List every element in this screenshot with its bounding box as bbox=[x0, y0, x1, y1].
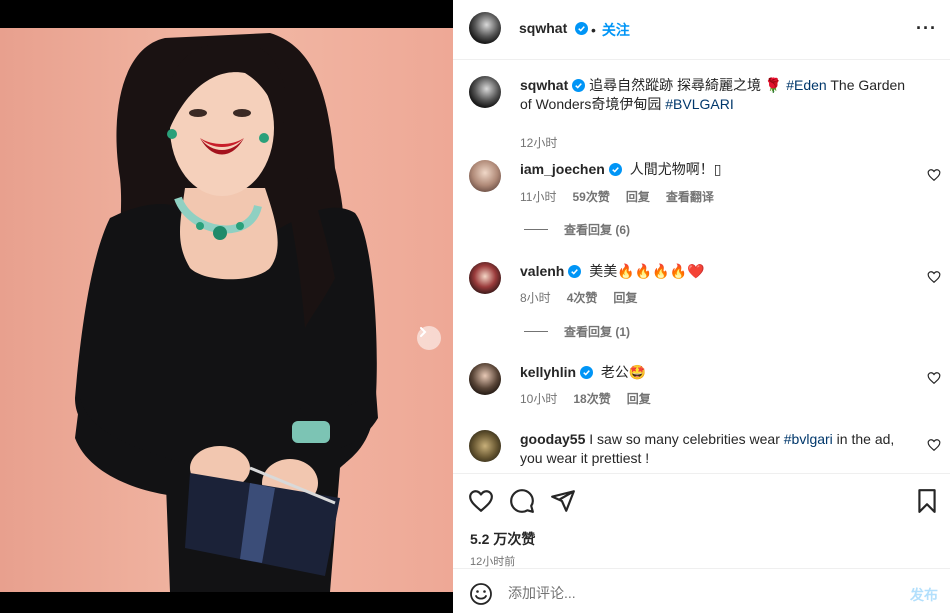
post-header: sqwhat • 关注 ··· bbox=[453, 0, 950, 60]
comment-composer: 发布 bbox=[453, 568, 950, 613]
commenter-avatar[interactable] bbox=[469, 262, 501, 294]
commenter-avatar[interactable] bbox=[469, 160, 501, 192]
verified-icon bbox=[568, 265, 582, 278]
reply-button[interactable]: 回复 bbox=[627, 390, 651, 407]
comment-input[interactable] bbox=[508, 580, 888, 606]
verified-icon bbox=[572, 79, 586, 92]
chevron-right-icon bbox=[420, 327, 427, 337]
author-username[interactable]: sqwhat bbox=[519, 20, 567, 36]
comment-body: 美美🔥🔥🔥🔥❤️ bbox=[589, 263, 705, 279]
comment-meta: 11小时 59次赞 回复 查看翻译 bbox=[520, 188, 714, 205]
translate-button[interactable]: 查看翻译 bbox=[666, 188, 714, 205]
post-comment-button[interactable]: 发布 bbox=[910, 585, 938, 605]
comment-likes[interactable]: 59次赞 bbox=[572, 188, 609, 205]
view-replies-label: 查看回复 (6) bbox=[564, 223, 631, 237]
view-replies-button[interactable]: 查看回复 (6) bbox=[524, 221, 630, 238]
comment-item: iam_joechen 人間尤物啊！▯ 11小时 59次赞 回复 查看翻译 查看… bbox=[453, 158, 950, 248]
comment-time[interactable]: 8小时 bbox=[520, 289, 551, 306]
hashtag-link[interactable]: #BVLGARI bbox=[665, 96, 733, 112]
comment-likes[interactable]: 4次赞 bbox=[567, 289, 598, 306]
caption-meta: 12小时 bbox=[520, 134, 557, 151]
caption-username[interactable]: sqwhat bbox=[520, 77, 568, 93]
post-actions: 5.2 万次赞 12小时前 bbox=[453, 473, 950, 568]
replies-divider bbox=[524, 229, 548, 230]
author-avatar[interactable] bbox=[469, 76, 501, 108]
commenter-username[interactable]: gooday55 bbox=[520, 431, 585, 447]
more-icon: ··· bbox=[916, 18, 937, 38]
post-caption: sqwhat 追尋自然蹤跡 探尋綺麗之境 🌹 #Eden The Garden … bbox=[453, 74, 950, 150]
comment-body: I saw so many celebrities wear bbox=[585, 431, 784, 447]
likes-count[interactable]: 5.2 万次赞 bbox=[470, 529, 535, 549]
comment-icon[interactable] bbox=[509, 488, 535, 514]
view-replies-label: 查看回复 (1) bbox=[564, 325, 631, 339]
comment-like-icon[interactable] bbox=[927, 371, 941, 385]
heart-icon[interactable] bbox=[468, 488, 494, 514]
hashtag-link[interactable]: #Eden bbox=[786, 77, 826, 93]
next-image-button[interactable] bbox=[417, 326, 441, 350]
comment-text: gooday55 I saw so many celebrities wear … bbox=[520, 430, 920, 468]
bookmark-icon[interactable] bbox=[914, 488, 940, 514]
comment-like-icon[interactable] bbox=[927, 270, 941, 284]
reply-button[interactable]: 回复 bbox=[626, 188, 650, 205]
commenter-username[interactable]: iam_joechen bbox=[520, 161, 605, 177]
comment-like-icon[interactable] bbox=[927, 438, 941, 452]
post-photo[interactable] bbox=[0, 28, 453, 592]
share-icon[interactable] bbox=[550, 488, 576, 514]
replies-divider bbox=[524, 331, 548, 332]
verified-icon bbox=[580, 366, 594, 379]
comment-item: gooday55 I saw so many celebrities wear … bbox=[453, 428, 950, 472]
commenter-avatar[interactable] bbox=[469, 430, 501, 462]
comment-body: 人間尤物啊！▯ bbox=[629, 161, 722, 177]
reply-button[interactable]: 回复 bbox=[613, 289, 637, 306]
comment-body: 老公🤩 bbox=[600, 364, 647, 380]
comment-text: valenh 美美🔥🔥🔥🔥❤️ bbox=[520, 262, 920, 281]
post-detail-panel: sqwhat • 关注 ··· sqwhat 追尋自然蹤跡 探尋綺麗之境 🌹 #E… bbox=[453, 0, 950, 613]
commenter-username[interactable]: kellyhlin bbox=[520, 364, 576, 380]
comment-like-icon[interactable] bbox=[927, 168, 941, 182]
comment-item: kellyhlin 老公🤩 10小时 18次赞 回复 bbox=[453, 361, 950, 411]
comment-time[interactable]: 10小时 bbox=[520, 390, 557, 407]
follow-separator: • bbox=[591, 22, 596, 38]
verified-icon bbox=[608, 163, 622, 176]
comments-list: sqwhat 追尋自然蹤跡 探尋綺麗之境 🌹 #Eden The Garden … bbox=[453, 61, 950, 472]
comment-meta: 8小时 4次赞 回复 bbox=[520, 289, 637, 306]
comment-likes[interactable]: 18次赞 bbox=[573, 390, 610, 407]
emoji-icon[interactable] bbox=[469, 582, 493, 606]
comment-time[interactable]: 11小时 bbox=[520, 188, 556, 205]
follow-group: • 关注 bbox=[587, 20, 630, 40]
comment-text: kellyhlin 老公🤩 bbox=[520, 363, 920, 382]
photo-illustration bbox=[75, 33, 378, 592]
author-avatar[interactable] bbox=[469, 12, 501, 44]
more-options-button[interactable]: ··· bbox=[916, 18, 938, 38]
view-replies-button[interactable]: 查看回复 (1) bbox=[524, 323, 630, 340]
follow-button[interactable]: 关注 bbox=[602, 22, 630, 38]
caption-time[interactable]: 12小时 bbox=[520, 134, 557, 151]
commenter-username[interactable]: valenh bbox=[520, 263, 564, 279]
comment-item: valenh 美美🔥🔥🔥🔥❤️ 8小时 4次赞 回复 查看回复 (1) bbox=[453, 260, 950, 350]
caption-body: 追尋自然蹤跡 探尋綺麗之境 🌹 bbox=[589, 77, 787, 93]
commenter-avatar[interactable] bbox=[469, 363, 501, 395]
comment-text: iam_joechen 人間尤物啊！▯ bbox=[520, 160, 920, 179]
post-media bbox=[0, 0, 453, 613]
post-timestamp: 12小时前 bbox=[470, 556, 516, 568]
hashtag-link[interactable]: #bvlgari bbox=[784, 431, 833, 447]
comment-meta: 10小时 18次赞 回复 bbox=[520, 390, 651, 407]
caption-text: sqwhat 追尋自然蹤跡 探尋綺麗之境 🌹 #Eden The Garden … bbox=[520, 76, 920, 114]
